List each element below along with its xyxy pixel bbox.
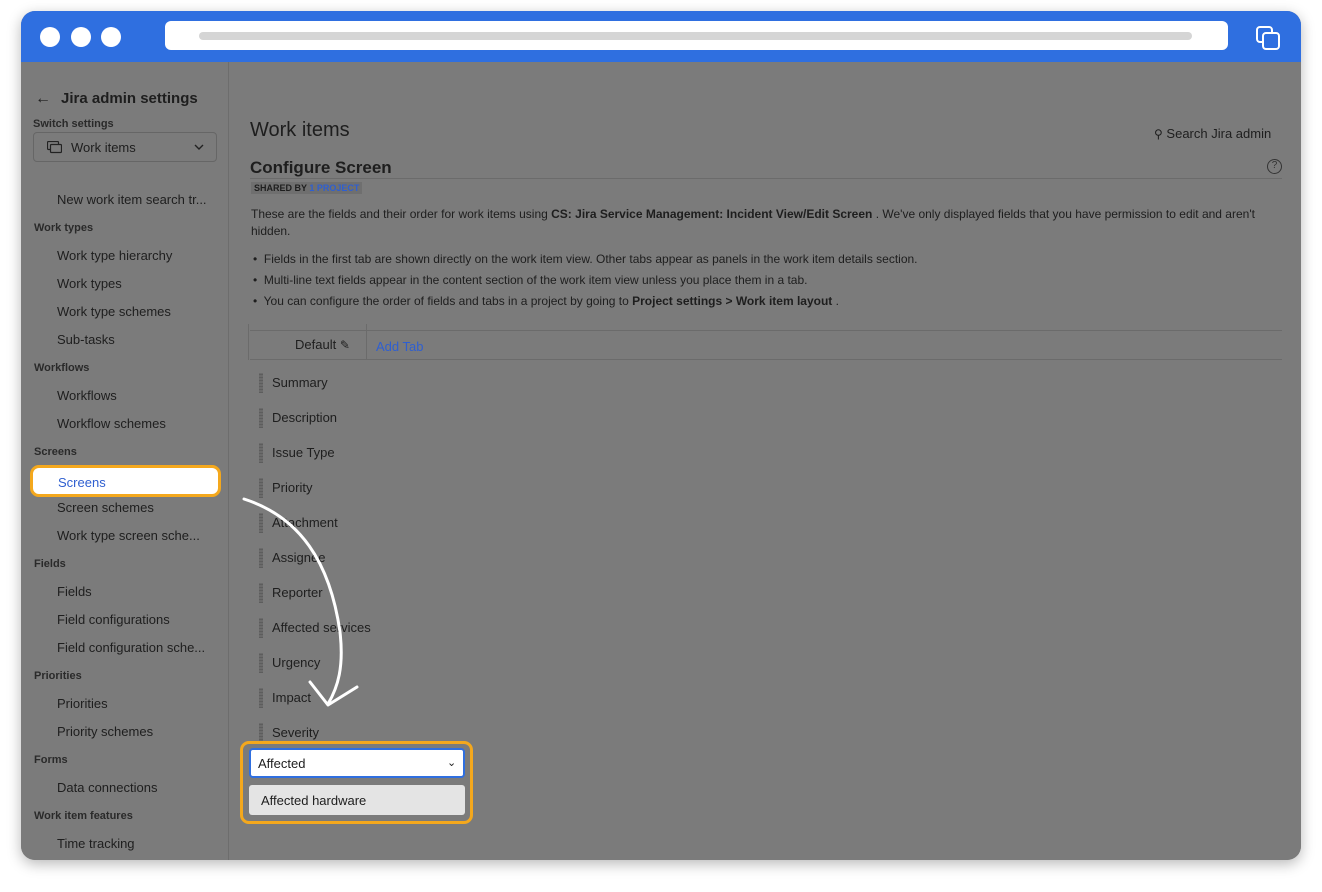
drag-handle-icon[interactable] xyxy=(259,373,263,393)
sidebar-item[interactable]: Work type hierarchy xyxy=(57,248,172,263)
sidebar-item[interactable]: Workflow schemes xyxy=(57,416,166,431)
sidebar-item[interactable]: Field configurations xyxy=(57,612,170,627)
switch-settings-value: Work items xyxy=(71,140,136,155)
field-label: Impact xyxy=(272,690,312,705)
sidebar-category: Forms xyxy=(34,754,68,766)
tab-default[interactable]: Default ✎ xyxy=(295,337,350,352)
admin-sidebar: ← Jira admin settings Switch settings Wo… xyxy=(21,62,229,860)
back-arrow-icon[interactable]: ← xyxy=(35,90,51,108)
title-bar xyxy=(21,11,1301,62)
field-label: Reporter xyxy=(272,585,323,600)
tabs-bottom-divider xyxy=(250,359,1282,360)
window-dot[interactable] xyxy=(101,27,121,47)
sidebar-category: Work types xyxy=(34,222,94,234)
chevron-down-icon xyxy=(194,144,204,150)
desc-screen-name: CS: Jira Service Management: Incident Vi… xyxy=(551,207,873,221)
field-label: Urgency xyxy=(272,655,321,670)
sidebar-item[interactable]: Fields xyxy=(57,584,92,599)
field-dropdown-highlight: Affected ⌄ Affected hardware xyxy=(240,741,473,824)
drag-handle-icon[interactable] xyxy=(259,513,263,533)
bullet-text: . xyxy=(832,294,839,308)
field-label: Affected services xyxy=(272,620,371,635)
title-divider xyxy=(250,178,1282,179)
field-label: Assignee xyxy=(272,550,326,565)
screen-description: These are the fields and their order for… xyxy=(251,206,1281,240)
sidebar-item[interactable]: Workflows xyxy=(57,388,117,403)
field-label: Attachment xyxy=(272,515,338,530)
search-admin-link[interactable]: ⚲ Search Jira admin xyxy=(1154,126,1271,141)
search-admin-label: Search Jira admin xyxy=(1166,126,1272,141)
search-icon: ⚲ xyxy=(1154,127,1163,141)
sidebar-title: Jira admin settings xyxy=(61,90,198,107)
sidebar-item-label: Screens xyxy=(58,475,106,490)
switch-settings-label: Switch settings xyxy=(33,118,114,130)
window-dot[interactable] xyxy=(40,27,60,47)
add-field-select[interactable]: Affected ⌄ xyxy=(249,748,465,778)
sidebar-item[interactable]: Work type schemes xyxy=(57,304,171,319)
dropdown-option-label: Affected hardware xyxy=(261,793,367,808)
sidebar-item[interactable]: Work type screen sche... xyxy=(57,528,200,543)
page-title: Work items xyxy=(250,119,350,141)
sidebar-item[interactable]: Screen schemes xyxy=(57,500,154,515)
drag-handle-icon[interactable] xyxy=(259,443,263,463)
sidebar-item[interactable]: Priority schemes xyxy=(57,724,153,739)
shared-by-text: SHARED BY xyxy=(254,183,307,193)
shared-by-badge[interactable]: SHARED BY 1 PROJECT xyxy=(251,182,363,194)
window-dot[interactable] xyxy=(71,27,91,47)
sidebar-item[interactable]: Data connections xyxy=(57,780,157,795)
info-bullet: • You can configure the order of fields … xyxy=(253,294,839,308)
drag-handle-icon[interactable] xyxy=(259,653,263,673)
sidebar-item[interactable]: Time tracking xyxy=(57,836,135,851)
drag-handle-icon[interactable] xyxy=(259,688,263,708)
monitor-icon xyxy=(47,141,62,154)
help-icon[interactable]: ? xyxy=(1267,159,1282,174)
dropdown-option[interactable]: Affected hardware xyxy=(249,785,465,815)
bullet-text: Multi-line text fields appear in the con… xyxy=(263,273,808,287)
chevron-down-icon: ⌄ xyxy=(447,757,457,769)
drag-handle-icon[interactable] xyxy=(259,583,263,603)
sidebar-category: Workflows xyxy=(34,362,90,374)
bullet-bold-text: Project settings > Work item layout xyxy=(632,294,833,308)
desc-prefix: These are the fields and their order for… xyxy=(251,207,552,221)
browser-window: ← Jira admin settings Switch settings Wo… xyxy=(21,11,1301,860)
tab-separator xyxy=(248,324,249,360)
drag-handle-icon[interactable] xyxy=(259,478,263,498)
address-placeholder xyxy=(199,32,1192,40)
field-label: Issue Type xyxy=(272,445,335,460)
bullet-text: You can configure the order of fields an… xyxy=(263,294,633,308)
tab-separator xyxy=(366,324,367,360)
field-label: Severity xyxy=(272,725,319,740)
tabs-top-divider xyxy=(250,330,1282,331)
sidebar-item[interactable]: New work item search tr... xyxy=(57,192,207,207)
field-label: Description xyxy=(272,410,338,425)
sidebar-item[interactable]: Sub-tasks xyxy=(57,332,115,347)
field-label: Priority xyxy=(272,480,313,495)
sidebar-category: Priorities xyxy=(34,670,82,682)
sidebar-item[interactable]: Priorities xyxy=(57,696,108,711)
field-label: Summary xyxy=(272,375,328,390)
main-content: Work items ⚲ Search Jira admin Configure… xyxy=(230,62,1301,860)
drag-handle-icon[interactable] xyxy=(259,723,263,743)
add-tab-button[interactable]: Add Tab xyxy=(376,339,423,354)
shared-project-link[interactable]: 1 PROJECT xyxy=(309,183,359,193)
pencil-icon[interactable]: ✎ xyxy=(340,338,350,352)
tab-default-label: Default xyxy=(295,337,337,352)
sidebar-item[interactable]: Work types xyxy=(57,276,122,291)
sidebar-category: Work item features xyxy=(34,810,133,822)
info-bullet: • Fields in the first tab are shown dire… xyxy=(253,252,918,266)
bullet-text: Fields in the first tab are shown direct… xyxy=(263,252,918,266)
sidebar-item-screens[interactable]: Screens xyxy=(30,465,221,497)
drag-handle-icon[interactable] xyxy=(259,548,263,568)
copy-icon[interactable] xyxy=(1254,24,1282,52)
drag-handle-icon[interactable] xyxy=(259,618,263,638)
sidebar-item[interactable]: Field configuration sche... xyxy=(57,640,205,655)
sidebar-category: Screens xyxy=(34,446,77,458)
section-title: Configure Screen xyxy=(250,158,392,177)
info-bullet: • Multi-line text fields appear in the c… xyxy=(253,273,808,287)
sidebar-category: Fields xyxy=(34,558,66,570)
address-bar[interactable] xyxy=(165,21,1228,50)
add-field-value: Affected xyxy=(258,756,306,771)
switch-settings-select[interactable]: Work items xyxy=(33,132,217,162)
drag-handle-icon[interactable] xyxy=(259,408,263,428)
